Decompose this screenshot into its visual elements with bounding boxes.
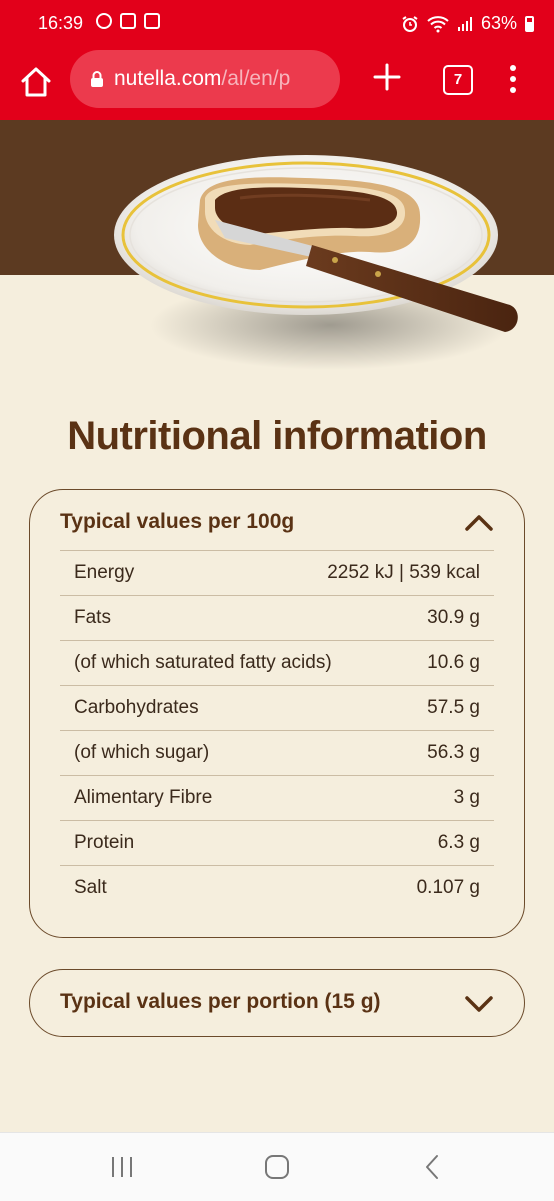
status-time: 16:39 <box>38 13 84 33</box>
recent-apps-icon[interactable] <box>107 1153 137 1181</box>
app-notification-icon <box>144 13 160 29</box>
signal-icon <box>457 16 472 31</box>
nutrient-value: 2252 kJ | 539 kcal <box>327 562 480 583</box>
table-row: Fats 30.9 g <box>60 595 494 640</box>
home-icon[interactable] <box>262 1153 292 1181</box>
alarm-icon <box>402 15 418 32</box>
browser-toolbar: nutella.com/al/en/p 7 <box>0 46 554 120</box>
page-title: Nutritional information <box>67 414 487 458</box>
status-bar: 16:39 63% <box>0 0 554 46</box>
nutrient-label: Protein <box>74 832 135 853</box>
table-row: Energy 2252 kJ | 539 kcal <box>60 550 494 595</box>
system-nav-bar <box>0 1132 554 1201</box>
nutrient-value: 10.6 g <box>427 652 480 673</box>
nutrient-label: Fats <box>74 607 111 628</box>
nutella-toast-plate-illustration <box>114 155 518 370</box>
nutrient-value: 3 g <box>453 787 480 808</box>
table-row: Carbohydrates 57.5 g <box>60 685 494 730</box>
home-icon[interactable] <box>18 64 54 100</box>
table-row: (of which saturated fatty acids) 10.6 g <box>60 640 494 685</box>
nutrient-label: (of which sugar) <box>74 742 210 763</box>
nutrient-value: 57.5 g <box>427 697 480 718</box>
tab-switcher-button[interactable]: 7 <box>443 65 473 95</box>
table-row: Protein 6.3 g <box>60 820 494 865</box>
new-tab-icon[interactable] <box>372 62 402 92</box>
table-row: Alimentary Fibre 3 g <box>60 775 494 820</box>
hero-image <box>0 120 554 400</box>
nutrient-label: Carbohydrates <box>74 697 199 718</box>
url-path: /al/en/p <box>221 67 291 90</box>
accordion-header-per-portion[interactable]: Typical values per portion (15 g) <box>60 990 494 1014</box>
nutrient-value: 6.3 g <box>437 832 480 853</box>
nutrient-value: 30.9 g <box>427 607 480 628</box>
accordion-header-per-100g[interactable]: Typical values per 100g <box>60 510 494 534</box>
back-icon[interactable] <box>418 1153 448 1181</box>
table-row: (of which sugar) 56.3 g <box>60 730 494 775</box>
nutrition-table: Energy 2252 kJ | 539 kcal Fats 30.9 g (of wh… <box>60 550 494 910</box>
accordion-title: Typical values per 100g <box>60 510 295 533</box>
url-host: nutella.com <box>114 67 222 90</box>
nutrient-label: Alimentary Fibre <box>74 787 213 808</box>
nutrient-label: (of which saturated fatty acids) <box>74 652 332 673</box>
nutrient-label: Salt <box>74 877 107 898</box>
nutrient-label: Energy <box>74 562 135 583</box>
lock-icon <box>91 71 103 87</box>
battery-text: 63% <box>480 13 517 33</box>
accordion-per-portion[interactable]: Typical values per portion (15 g) <box>29 969 525 1037</box>
battery-icon <box>525 15 534 32</box>
accordion-title: Typical values per portion (15 g) <box>60 990 381 1013</box>
wifi-icon <box>427 15 449 32</box>
chevron-down-icon[interactable] <box>464 988 494 1018</box>
app-notification-icon <box>120 13 136 29</box>
address-bar[interactable]: nutella.com/al/en/p <box>70 50 340 108</box>
sync-icon <box>96 13 112 29</box>
chevron-up-icon[interactable] <box>464 508 494 538</box>
nutrient-value: 0.107 g <box>416 877 480 898</box>
accordion-per-100g: Typical values per 100g Energy 2252 kJ | … <box>29 489 525 938</box>
table-row: Salt 0.107 g <box>60 865 494 910</box>
nutrient-value: 56.3 g <box>427 742 480 763</box>
more-menu-icon[interactable] <box>505 64 521 94</box>
